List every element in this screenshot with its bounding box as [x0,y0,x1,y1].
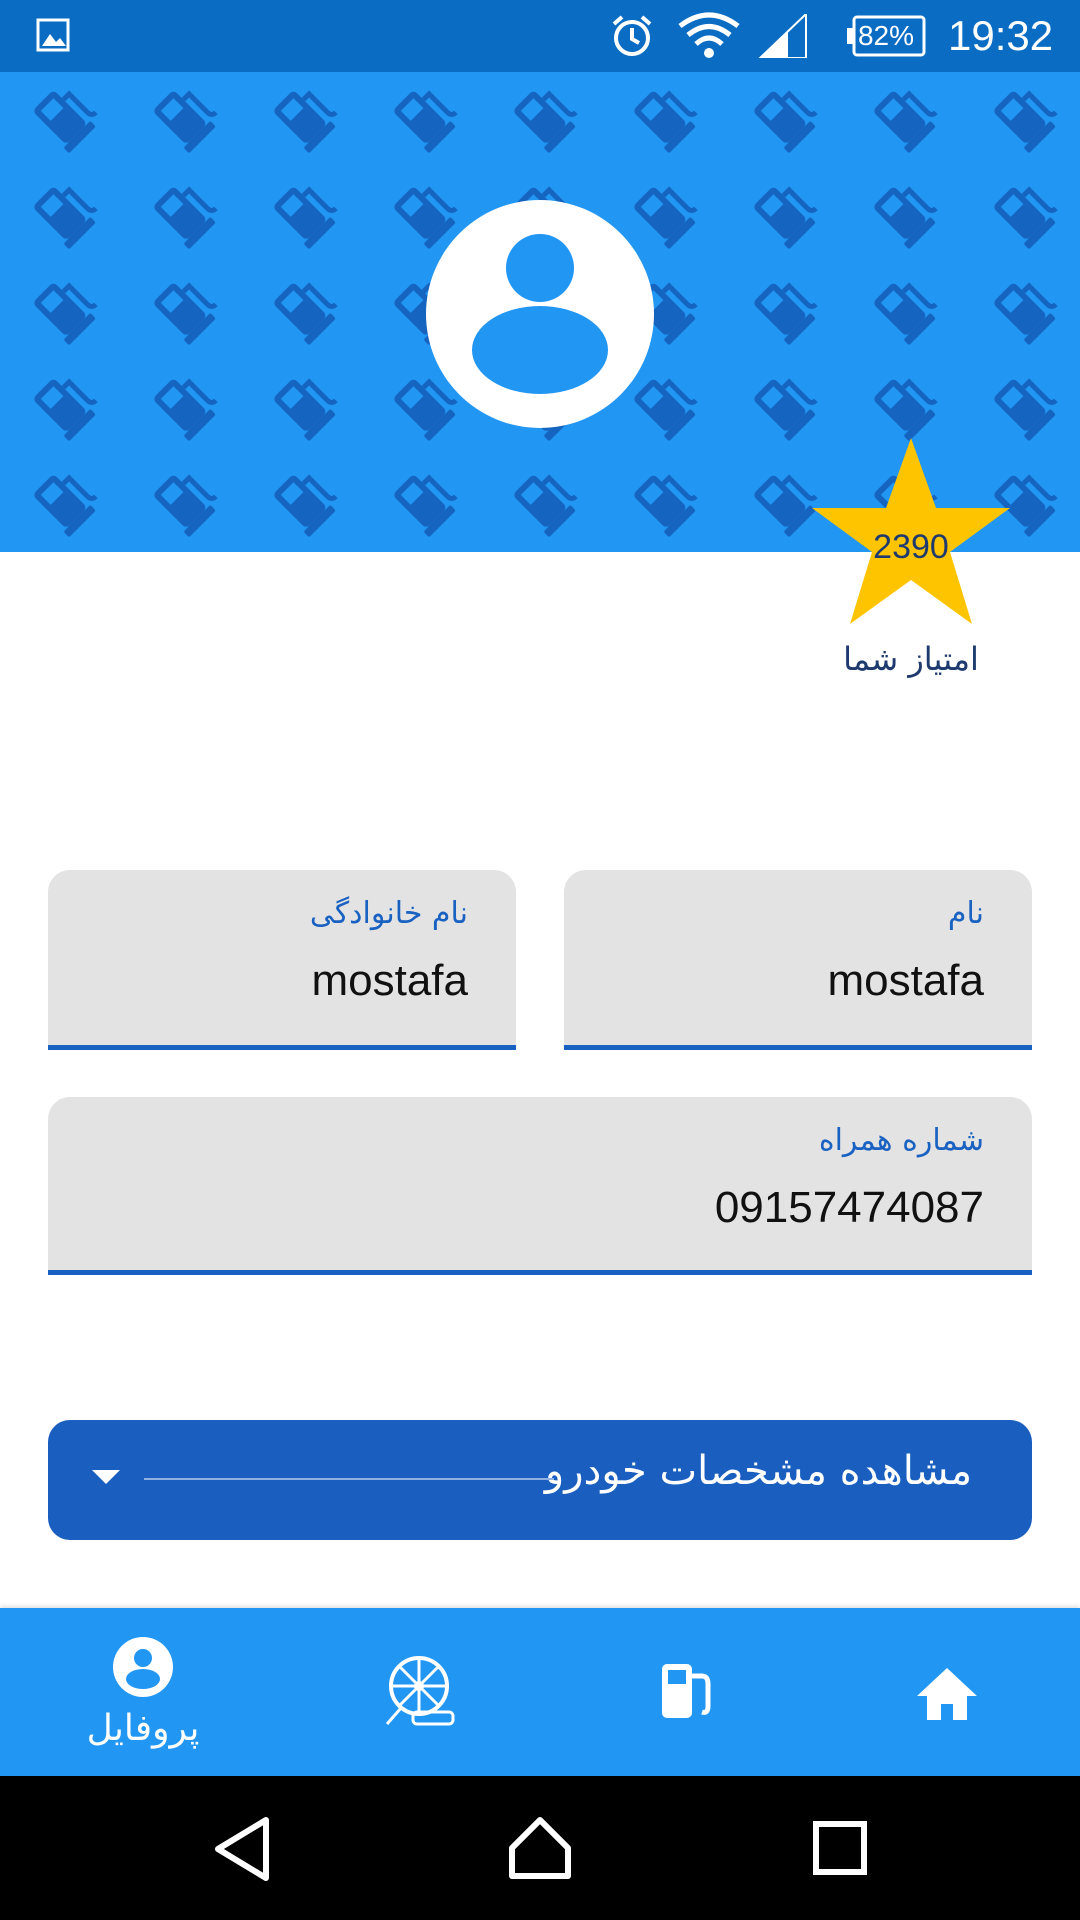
user-avatar-icon [472,234,608,394]
mobile-label: شماره همراه [818,1123,984,1158]
nav-fuel[interactable] [548,1608,818,1776]
wifi-icon [678,12,740,58]
view-vehicle-specs-button[interactable]: مشاهده مشخصات خودرو [48,1420,1032,1540]
profile-icon [113,1637,173,1697]
wheel-of-fortune-icon [385,1656,455,1726]
last-name-field[interactable]: نام خانوادگی mostafa [48,870,516,1050]
nav-home[interactable] [812,1608,1080,1776]
first-name-label: نام [947,896,984,931]
status-bar: 82% 19:32 [0,0,1080,72]
clock: 19:32 [948,12,1054,59]
first-name-field[interactable]: نام mostafa [564,870,1032,1050]
profile-avatar[interactable] [426,200,654,428]
battery-level: 82% [857,20,915,51]
last-name-value[interactable]: mostafa [311,956,468,1006]
home-icon[interactable] [508,1816,572,1880]
divider [144,1478,554,1480]
system-navigation-bar [0,1776,1080,1920]
battery-icon: 82% [846,15,926,57]
nav-profile-label: پروفایل [86,1708,200,1749]
alarm-icon [612,15,652,56]
nav-profile[interactable]: پروفایل [8,1608,278,1776]
recents-icon[interactable] [812,1820,868,1876]
chevron-down-icon [92,1470,120,1484]
signal-icon [758,14,807,58]
home-icon [917,1668,977,1720]
score-value: 2390 [873,528,949,566]
fuel-pump-icon [662,1664,711,1718]
mobile-value[interactable]: 09157474087 [715,1183,984,1233]
score-label: امتیاز شما [843,640,979,678]
first-name-value[interactable]: mostafa [827,956,984,1006]
gallery-icon [36,18,70,52]
nav-lottery[interactable] [286,1608,556,1776]
view-vehicle-specs-label: مشاهده مشخصات خودرو [544,1448,972,1494]
bottom-navigation: پروفایل [0,1608,1080,1776]
last-name-label: نام خانوادگی [309,896,468,931]
mobile-field[interactable]: شماره همراه 09157474087 [48,1097,1032,1275]
back-icon[interactable] [212,1816,272,1882]
